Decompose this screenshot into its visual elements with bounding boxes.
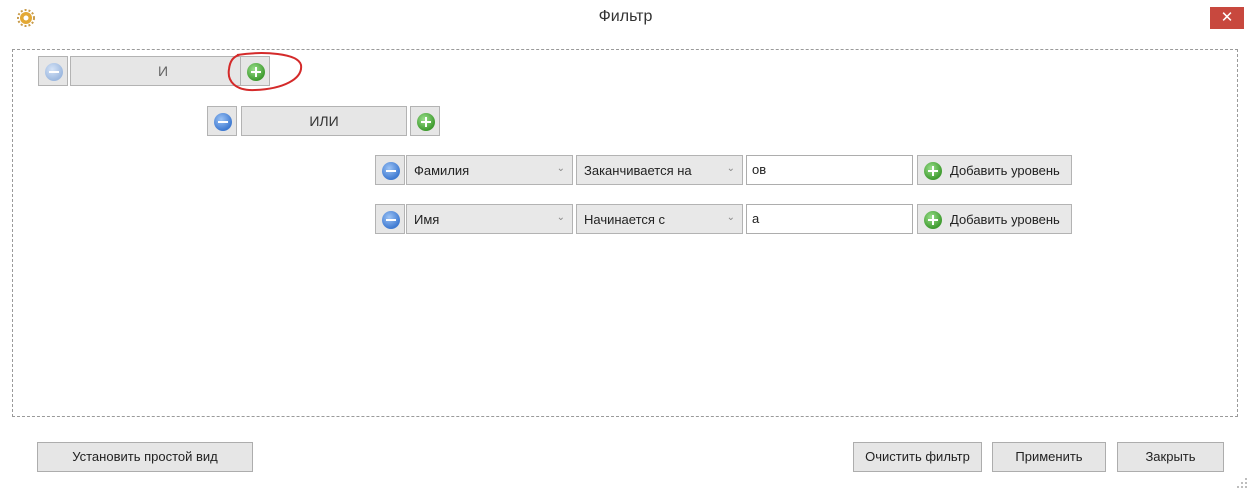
condition-row: Имя ⌄ Начинается с ⌄ а Добавить уровень — [375, 204, 1075, 234]
set-simple-view-button[interactable]: Установить простой вид — [37, 442, 253, 472]
chevron-down-icon: ⌄ — [726, 163, 735, 174]
add-level-button[interactable]: Добавить уровень — [917, 155, 1072, 185]
value-input[interactable]: ов — [746, 155, 913, 185]
minus-icon — [382, 162, 400, 180]
apply-button[interactable]: Применить — [992, 442, 1106, 472]
plus-icon — [924, 162, 942, 180]
close-icon: ✕ — [1220, 9, 1234, 26]
operator-select[interactable]: Заканчивается на ⌄ — [576, 155, 743, 185]
condition-row: Фамилия ⌄ Заканчивается на ⌄ ов Добавить… — [375, 155, 1075, 185]
add-level-label: Добавить уровень — [950, 212, 1060, 227]
value-input[interactable]: а — [746, 204, 913, 234]
operator-select-value: Начинается с — [584, 212, 666, 227]
field-select-value: Фамилия — [414, 163, 470, 178]
remove-condition-button[interactable] — [375, 204, 405, 234]
close-button[interactable]: Закрыть — [1117, 442, 1224, 472]
remove-group-button[interactable] — [38, 56, 68, 86]
resize-grip-icon[interactable] — [1236, 477, 1248, 489]
add-condition-button[interactable] — [410, 106, 440, 136]
chevron-down-icon: ⌄ — [556, 163, 565, 174]
title-bar: Фильтр ✕ — [0, 0, 1251, 34]
close-window-button[interactable]: ✕ — [1210, 7, 1244, 29]
remove-group-button[interactable] — [207, 106, 237, 136]
plus-icon — [924, 211, 942, 229]
field-select[interactable]: Имя ⌄ — [406, 204, 573, 234]
plus-icon — [417, 113, 435, 131]
chevron-down-icon: ⌄ — [726, 212, 735, 223]
operator-select[interactable]: Начинается с ⌄ — [576, 204, 743, 234]
add-level-button[interactable]: Добавить уровень — [917, 204, 1072, 234]
add-level-label: Добавить уровень — [950, 163, 1060, 178]
chevron-down-icon: ⌄ — [556, 212, 565, 223]
group-operator-button[interactable]: ИЛИ — [241, 106, 407, 136]
clear-filter-button[interactable]: Очистить фильтр — [853, 442, 982, 472]
window-title: Фильтр — [598, 8, 653, 25]
minus-icon — [214, 113, 232, 131]
sub-group-row: ИЛИ — [207, 106, 447, 136]
minus-icon — [45, 63, 63, 81]
plus-icon — [247, 63, 265, 81]
remove-condition-button[interactable] — [375, 155, 405, 185]
operator-select-value: Заканчивается на — [584, 163, 692, 178]
minus-icon — [382, 211, 400, 229]
field-select-value: Имя — [414, 212, 440, 227]
add-condition-button[interactable] — [240, 56, 270, 86]
group-operator-button[interactable]: И — [70, 56, 256, 86]
field-select[interactable]: Фамилия ⌄ — [406, 155, 573, 185]
root-group-row: И — [38, 56, 278, 86]
